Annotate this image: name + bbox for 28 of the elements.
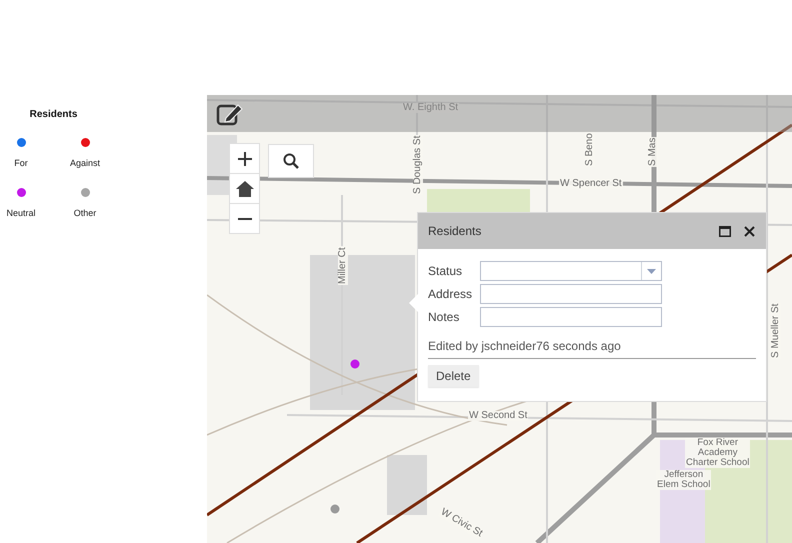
field-label: Address (428, 287, 474, 301)
street-label: S Mueller St (771, 302, 781, 359)
home-icon[interactable] (229, 173, 260, 204)
zoom-in-icon[interactable] (229, 143, 260, 174)
legend-label: Against (70, 158, 100, 168)
field-label: Notes (428, 310, 460, 324)
street-label: S Douglas St (413, 134, 423, 195)
street-label: Miller Ct (338, 246, 348, 285)
street-label: W Second St (468, 411, 528, 421)
field-label: Status (428, 264, 464, 278)
street-label: Fox River Academy Charter School (685, 438, 750, 468)
edit-info-text: Edited by jschneider76 seconds ago (428, 339, 756, 359)
zoom-out-icon[interactable] (229, 203, 260, 234)
input-field[interactable] (480, 284, 662, 304)
close-icon[interactable] (742, 224, 756, 238)
popup-title: Residents (428, 224, 482, 238)
street-label: S Mas (648, 136, 658, 167)
legend-title: Residents (28, 109, 78, 120)
street-label: Jefferson Elem School (656, 470, 712, 490)
street-label: S Beno (585, 132, 595, 167)
street-label: W Spencer St (559, 179, 623, 189)
legend-label: Neutral (6, 208, 36, 218)
street-label: W. Eighth St (402, 103, 460, 113)
legend-label: For (14, 158, 28, 168)
search-icon[interactable] (268, 144, 314, 178)
input-field[interactable] (480, 307, 662, 327)
legend-label: Other (74, 208, 96, 218)
delete-button[interactable]: Delete (428, 365, 479, 387)
